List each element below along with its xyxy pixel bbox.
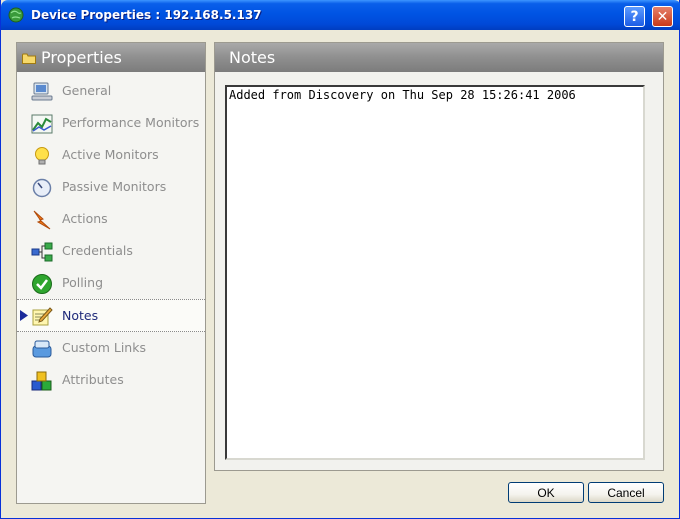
blocks-icon <box>31 371 52 391</box>
help-icon: ? <box>630 8 639 25</box>
properties-title: Properties <box>41 48 122 67</box>
nav-item-label: Performance Monitors <box>62 115 200 130</box>
properties-header: Properties <box>17 43 205 72</box>
checkmark-icon <box>32 274 52 294</box>
nav-item-custom-links[interactable]: Custom Links <box>17 332 205 364</box>
nav-item-credentials[interactable]: Credentials <box>17 235 205 267</box>
lightbulb-icon <box>35 147 49 165</box>
nav-item-performance-monitors[interactable]: Performance Monitors <box>17 107 205 139</box>
globe-icon <box>8 7 24 23</box>
nav-item-label: Credentials <box>62 243 133 258</box>
properties-panel: Properties General Performance Monitors … <box>16 42 206 504</box>
notes-title: Notes <box>229 48 276 67</box>
computer-icon <box>31 82 53 101</box>
close-icon: ✕ <box>656 8 669 25</box>
nav-item-general[interactable]: General <box>17 75 205 107</box>
nav-item-label: Attributes <box>62 372 124 387</box>
chart-icon <box>31 114 53 134</box>
nav-item-polling[interactable]: Polling <box>17 267 205 299</box>
cancel-button[interactable]: Cancel <box>588 482 664 503</box>
help-button[interactable]: ? <box>624 6 645 27</box>
device-properties-window: Device Properties : 192.168.5.137 ? ✕ Pr… <box>0 0 680 519</box>
nav-item-attributes[interactable]: Attributes <box>17 364 205 396</box>
pencil-note-icon <box>32 307 53 326</box>
nav-item-notes[interactable]: Notes <box>17 299 205 332</box>
window-title: Device Properties : 192.168.5.137 <box>31 8 262 22</box>
nav-item-label: Notes <box>62 308 99 323</box>
nav-item-label: Passive Monitors <box>62 179 167 194</box>
nav-item-label: Custom Links <box>62 340 146 355</box>
dialog-client-area: Properties General Performance Monitors … <box>4 30 677 516</box>
nav-item-passive-monitors[interactable]: Passive Monitors <box>17 171 205 203</box>
notes-header: Notes <box>215 43 663 72</box>
properties-nav: General Performance Monitors Active Moni… <box>17 75 205 396</box>
folder-icon <box>22 53 36 64</box>
nav-item-label: General <box>62 83 112 98</box>
nav-item-label: Polling <box>62 275 104 290</box>
selection-arrow-icon <box>20 310 28 321</box>
close-button[interactable]: ✕ <box>652 6 673 27</box>
notes-textarea[interactable]: Added from Discovery on Thu Sep 28 15:26… <box>225 85 645 460</box>
ok-button[interactable]: OK <box>508 482 584 503</box>
nav-item-label: Active Monitors <box>62 147 159 162</box>
gauge-icon <box>32 178 52 198</box>
network-icon <box>31 242 53 262</box>
notes-panel: Notes Added from Discovery on Thu Sep 28… <box>214 42 664 471</box>
nav-item-active-monitors[interactable]: Active Monitors <box>17 139 205 171</box>
lightning-icon <box>33 210 51 230</box>
nav-item-actions[interactable]: Actions <box>17 203 205 235</box>
title-bar[interactable]: Device Properties : 192.168.5.137 ? ✕ <box>1 0 680 30</box>
nav-item-label: Actions <box>62 211 108 226</box>
link-icon <box>32 340 52 358</box>
